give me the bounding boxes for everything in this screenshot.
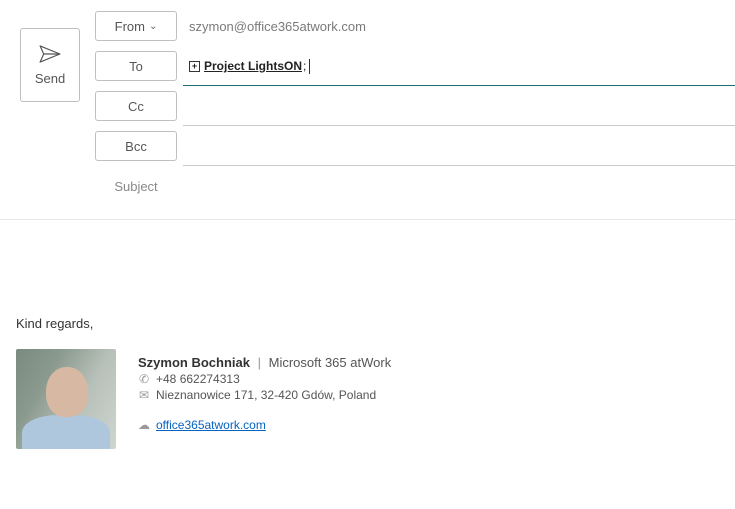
signature-address: Nieznanowice 171, 32-420 Gdów, Poland — [156, 388, 376, 402]
send-label: Send — [35, 71, 65, 86]
from-button[interactable]: From ⌄ — [95, 11, 177, 41]
mail-icon: ✉ — [138, 388, 150, 402]
signature-name-line: Szymon Bochniak | Microsoft 365 atWork — [138, 355, 391, 370]
cloud-icon: ☁ — [138, 418, 150, 432]
recipient-chip[interactable]: + Project LightsON; — [189, 59, 309, 73]
fields-column: From ⌄ szymon@office365atwork.com To + P… — [85, 6, 735, 219]
to-input[interactable]: + Project LightsON; — [177, 51, 735, 81]
from-value-area[interactable]: szymon@office365atwork.com — [177, 11, 735, 41]
signature-website-line: ☁ office365atwork.com — [138, 418, 391, 432]
phone-icon: ✆ — [138, 372, 150, 386]
chevron-down-icon: ⌄ — [149, 21, 157, 32]
bcc-label: Bcc — [125, 139, 147, 154]
from-label: From — [115, 19, 145, 34]
signature-phone: +48 662274313 — [156, 372, 240, 386]
signature-phone-line: ✆ +48 662274313 — [138, 372, 391, 386]
signature-block: Szymon Bochniak | Microsoft 365 atWork ✆… — [16, 349, 719, 449]
from-email: szymon@office365atwork.com — [189, 19, 366, 34]
signature-name: Szymon Bochniak — [138, 355, 250, 370]
to-label: To — [129, 59, 143, 74]
to-row: To + Project LightsON; — [95, 46, 735, 86]
subject-label: Subject — [95, 179, 177, 194]
subject-row: Subject — [95, 166, 735, 206]
send-icon — [39, 45, 61, 63]
bcc-button[interactable]: Bcc — [95, 131, 177, 161]
cc-input[interactable] — [177, 91, 735, 121]
signature-separator: | — [258, 355, 261, 370]
to-button[interactable]: To — [95, 51, 177, 81]
send-column: Send — [20, 6, 85, 219]
from-row: From ⌄ szymon@office365atwork.com — [95, 6, 735, 46]
bcc-row: Bcc — [95, 126, 735, 166]
avatar — [16, 349, 116, 449]
cc-button[interactable]: Cc — [95, 91, 177, 121]
chip-separator: ; — [303, 59, 306, 73]
cc-row: Cc — [95, 86, 735, 126]
closing-text: Kind regards, — [16, 316, 719, 331]
send-button[interactable]: Send — [20, 28, 80, 102]
compose-header: Send From ⌄ szymon@office365atwork.com T… — [0, 0, 735, 220]
signature-text: Szymon Bochniak | Microsoft 365 atWork ✆… — [138, 349, 391, 449]
recipient-name: Project LightsON — [204, 59, 302, 73]
signature-company: Microsoft 365 atWork — [269, 355, 392, 370]
message-body[interactable]: Kind regards, Szymon Bochniak | Microsof… — [0, 220, 735, 465]
subject-input[interactable] — [177, 171, 735, 201]
text-cursor — [309, 59, 310, 74]
cc-label: Cc — [128, 99, 144, 114]
signature-website-link[interactable]: office365atwork.com — [156, 418, 266, 432]
bcc-input[interactable] — [177, 131, 735, 161]
signature-address-line: ✉ Nieznanowice 171, 32-420 Gdów, Poland — [138, 388, 391, 402]
expand-icon[interactable]: + — [189, 61, 200, 72]
